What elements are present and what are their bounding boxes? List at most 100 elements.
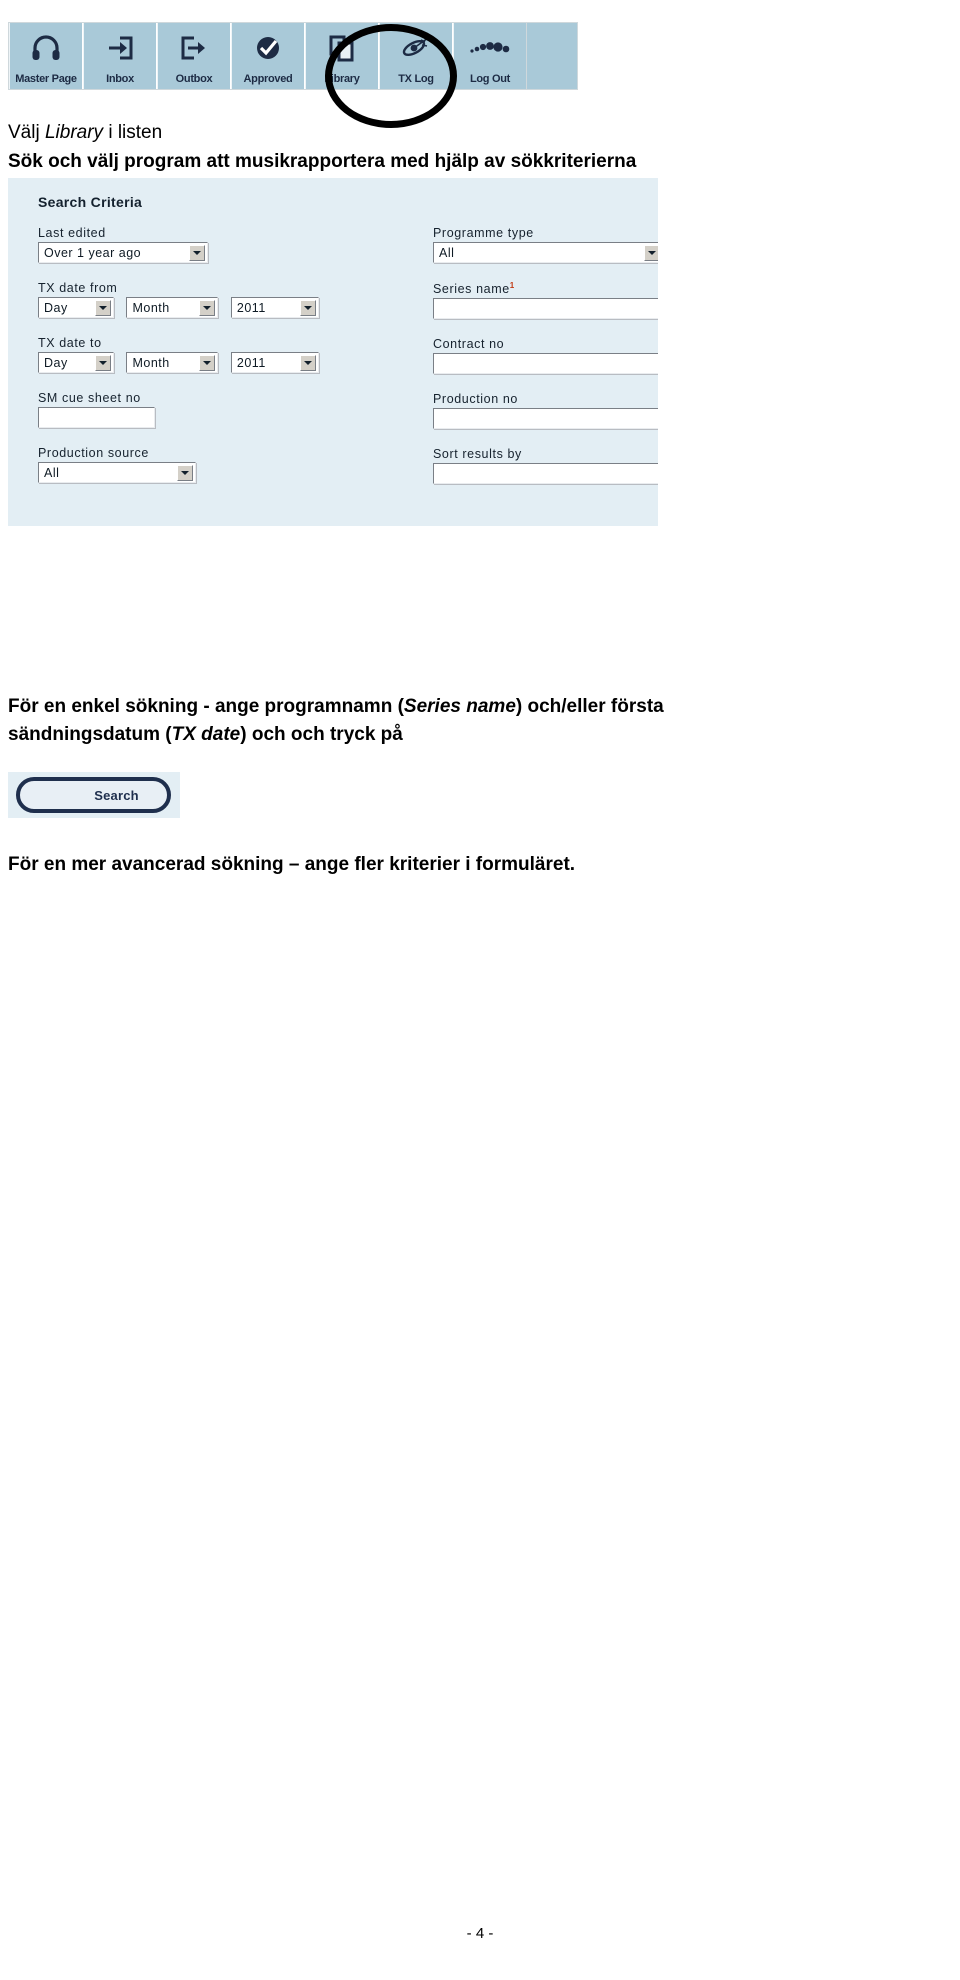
final-line-b: – ange fler kriterier i formuläret. <box>283 854 576 875</box>
chevron-down-icon[interactable] <box>189 245 205 261</box>
select-tx-from-year-value: 2011 <box>236 300 266 315</box>
select-tx-to-year[interactable]: 2011 <box>230 352 319 373</box>
input-series-name[interactable] <box>433 298 658 320</box>
chevron-down-icon[interactable] <box>95 300 111 316</box>
label-sm-cue-sheet-no: SM cue sheet no <box>38 391 141 405</box>
check-circle-icon <box>232 23 304 73</box>
toolbar-button-approved[interactable]: Approved <box>231 23 305 89</box>
label-production-no: Production no <box>433 392 518 407</box>
field-production-no: Production no <box>433 392 658 430</box>
label-programme-type: Programme type <box>433 226 534 240</box>
navigation-toolbar: Master Page Inbox Outbox Approved Librar… <box>8 22 578 128</box>
paragraph-line-1-a: För en <box>8 696 72 717</box>
toolbar-label-library: Library <box>324 73 360 85</box>
instruction-line-1-prefix: Välj <box>8 122 45 143</box>
label-contract-no: Contract no <box>433 337 505 352</box>
toolbar-label-approved: Approved <box>243 73 293 85</box>
select-tx-to-month[interactable]: Month <box>126 352 219 373</box>
select-last-edited-value: Over 1 year ago <box>44 245 142 260</box>
tx-date-from-controls: Day Month 2011 <box>38 297 328 318</box>
toolbar-label-log-out: Log Out <box>469 73 511 85</box>
label-series-name: Series name1 <box>433 281 658 296</box>
search-button-label: Search <box>94 787 139 803</box>
dots-trail-icon <box>454 23 526 73</box>
select-tx-from-day-value: Day <box>44 300 68 315</box>
instruction-line-1-italic: Library <box>44 122 104 143</box>
toolbar-label-tx-log: TX Log <box>398 73 434 85</box>
search-button-container: Search <box>8 772 180 818</box>
chevron-down-icon[interactable] <box>177 465 193 481</box>
toolbar-button-log-out[interactable]: Log Out <box>453 23 527 89</box>
paragraph-line-2-italic: TX date <box>171 724 241 745</box>
input-sm-cue-sheet-no[interactable] <box>38 407 155 428</box>
tx-date-to-controls: Day Month 2011 <box>38 352 328 373</box>
chevron-down-icon[interactable] <box>299 300 316 316</box>
select-tx-from-month[interactable]: Month <box>126 297 219 318</box>
select-tx-from-year[interactable]: 2011 <box>230 297 319 318</box>
instruction-line-1: Välj Library i listen <box>8 120 162 145</box>
label-series-name-text: Series name <box>433 282 510 297</box>
toolbar-button-outbox[interactable]: Outbox <box>157 23 231 89</box>
toolbar-label-outbox: Outbox <box>175 73 213 85</box>
series-name-footnote-marker: 1 <box>509 281 515 290</box>
label-sort-results-by: Sort results by <box>433 447 522 462</box>
paragraph-line-1-italic: Series name <box>403 696 516 717</box>
final-instruction-line: För en mer avancerad sökning – ange fler… <box>8 852 575 877</box>
select-production-source[interactable]: All <box>38 462 196 483</box>
arrow-out-of-tray-icon <box>158 23 230 73</box>
toolbar-button-group: Master Page Inbox Outbox Approved Librar… <box>8 22 578 90</box>
select-sort-results-by[interactable] <box>433 463 658 485</box>
toolbar-label-master-page: Master Page <box>15 73 77 85</box>
instruction-line-1-suffix: i listen <box>103 122 163 143</box>
field-programme-type: Programme type All <box>433 226 658 263</box>
chevron-down-icon[interactable] <box>199 355 216 371</box>
select-tx-from-day[interactable]: Day <box>38 297 114 318</box>
input-contract-no[interactable] <box>433 353 658 375</box>
criteria-right-column: Programme type All Series name1 Contract… <box>433 226 658 502</box>
input-production-no[interactable] <box>433 408 658 430</box>
label-tx-date-to: TX date to <box>38 336 102 350</box>
label-production-source: Production source <box>38 446 149 460</box>
select-tx-to-day[interactable]: Day <box>38 352 114 373</box>
criteria-left-column: Last edited Over 1 year ago TX date from… <box>38 226 328 501</box>
select-tx-to-year-value: 2011 <box>236 355 266 370</box>
search-criteria-title: Search Criteria <box>38 194 143 210</box>
field-tx-date-from: TX date from Day Month 2011 <box>38 281 328 318</box>
paragraph-line-2: sändningsdatum (TX date) och och tryck p… <box>8 722 403 747</box>
chevron-down-icon[interactable] <box>199 300 216 316</box>
chevron-down-icon[interactable] <box>95 355 111 371</box>
chevron-down-icon[interactable] <box>299 355 316 371</box>
arrow-into-tray-icon <box>84 23 156 73</box>
chevron-down-icon[interactable] <box>644 245 658 261</box>
toolbar-label-inbox: Inbox <box>106 73 134 85</box>
select-last-edited[interactable]: Over 1 year ago <box>38 242 208 263</box>
paragraph-line-1: För en enkel sökning - ange programnamn … <box>8 694 664 719</box>
toolbar-button-tx-log[interactable]: TX Log <box>379 23 453 89</box>
toolbar-button-master-page[interactable]: Master Page <box>9 23 83 89</box>
page-number: - 4 - <box>466 1925 494 1942</box>
select-programme-type[interactable]: All <box>433 242 658 263</box>
paragraph-line-1-b: sökning - ange programnamn ( <box>119 696 404 717</box>
field-series-name: Series name1 <box>433 281 658 320</box>
select-production-source-value: All <box>44 465 60 480</box>
label-tx-date-from: TX date from <box>38 281 118 295</box>
field-sort-results-by: Sort results by <box>433 447 658 485</box>
label-last-edited: Last edited <box>38 226 106 240</box>
satellite-icon <box>380 23 452 73</box>
toolbar-button-inbox[interactable]: Inbox <box>83 23 157 89</box>
paragraph-line-1-bold: enkel <box>71 696 120 717</box>
paragraph-line-1-c: ) och/eller första <box>515 696 664 717</box>
instruction-line-2: Sök och välj program att musikrapportera… <box>8 151 637 172</box>
copy-pages-icon <box>306 23 378 73</box>
paragraph-line-2-a: sändningsdatum ( <box>8 724 172 745</box>
search-button[interactable]: Search <box>16 777 171 813</box>
toolbar-button-library[interactable]: Library <box>305 23 379 89</box>
field-contract-no: Contract no <box>433 337 658 375</box>
select-tx-to-day-value: Day <box>44 355 68 370</box>
select-tx-to-month-value: Month <box>132 355 170 370</box>
headphones-icon <box>10 23 82 73</box>
field-production-source: Production source All <box>38 446 328 483</box>
paragraph-line-2-b: ) och och tryck på <box>240 724 403 745</box>
field-tx-date-to: TX date to Day Month 2011 <box>38 336 328 373</box>
select-programme-type-value: All <box>439 245 455 260</box>
